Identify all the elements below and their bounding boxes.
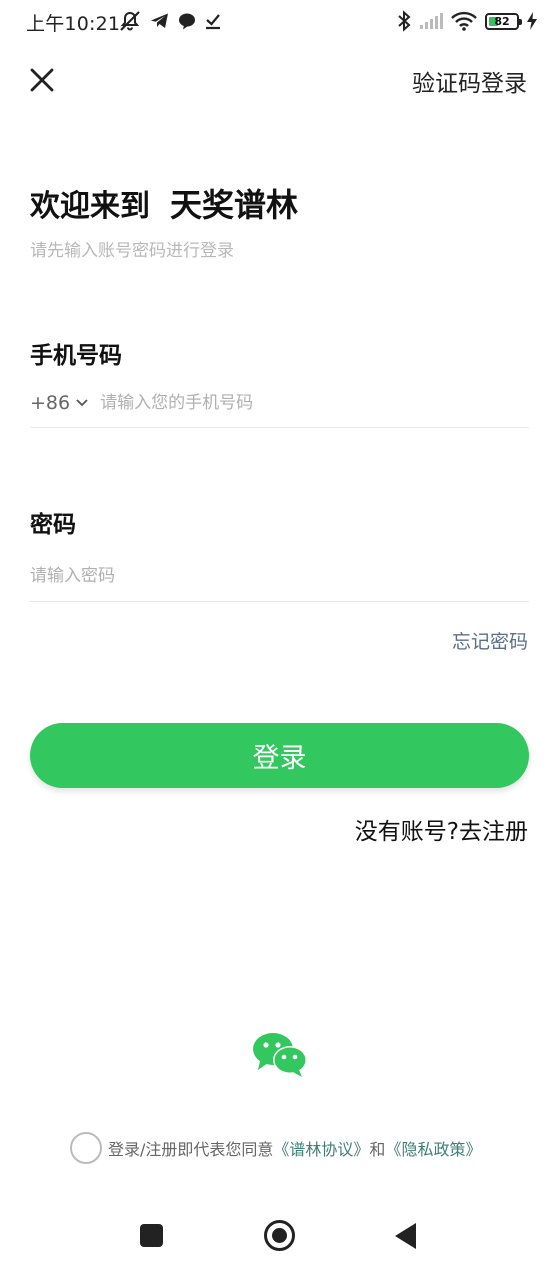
phone-label: 手机号码	[30, 343, 122, 369]
password-label: 密码	[30, 512, 76, 538]
telegram-icon	[151, 13, 168, 28]
app-name: 天奖谱林	[170, 186, 299, 224]
phone-field-row: +86	[30, 378, 529, 428]
wechat-icon[interactable]	[252, 1032, 308, 1078]
download-check-icon	[206, 14, 220, 30]
agreement-row: 登录/注册即代表您同意 《谱林协议》 和 《隐私政策》	[70, 1132, 481, 1164]
agreement-conj: 和	[369, 1140, 386, 1159]
register-link[interactable]: 没有账号?去注册	[355, 812, 528, 846]
agreement-checkbox[interactable]	[70, 1132, 102, 1164]
sms-login-button[interactable]: 验证码登录	[412, 64, 527, 98]
battery-icon: 82	[485, 12, 522, 30]
system-nav-bar	[0, 1200, 559, 1280]
page-title: 欢迎来到 天奖谱林	[30, 180, 298, 226]
back-icon[interactable]	[395, 1223, 416, 1249]
country-code-text: +86	[30, 391, 71, 414]
login-button[interactable]: 登录	[30, 723, 529, 788]
chat-bubble-icon	[179, 13, 195, 30]
status-time: 上午10:21	[26, 13, 121, 35]
privacy-link[interactable]: 《隐私政策》	[385, 1136, 481, 1160]
agreement-prefix: 登录/注册即代表您同意	[108, 1140, 274, 1159]
forgot-password-link[interactable]: 忘记密码	[452, 627, 528, 654]
battery-text: 82	[494, 14, 510, 28]
phone-input[interactable]	[100, 392, 529, 413]
bluetooth-icon	[398, 10, 411, 32]
status-icons-left	[118, 8, 222, 34]
status-bar: 上午10:21 82	[0, 0, 559, 44]
signal-icon	[420, 13, 443, 29]
close-icon[interactable]	[28, 66, 56, 94]
chevron-down-icon	[76, 398, 88, 406]
recents-icon[interactable]	[140, 1224, 163, 1247]
welcome-prefix: 欢迎来到	[30, 189, 150, 224]
home-icon[interactable]	[264, 1220, 295, 1251]
password-input[interactable]	[30, 565, 529, 586]
status-icons-right: 82	[397, 8, 537, 34]
password-field-row	[30, 550, 529, 602]
mute-bell-icon	[120, 11, 140, 31]
charging-icon	[527, 12, 537, 30]
country-code-selector[interactable]: +86	[30, 392, 88, 414]
terms-link[interactable]: 《谱林协议》	[273, 1136, 369, 1160]
page-subtitle: 请先输入账号密码进行登录	[30, 241, 234, 261]
wifi-icon	[451, 11, 477, 31]
